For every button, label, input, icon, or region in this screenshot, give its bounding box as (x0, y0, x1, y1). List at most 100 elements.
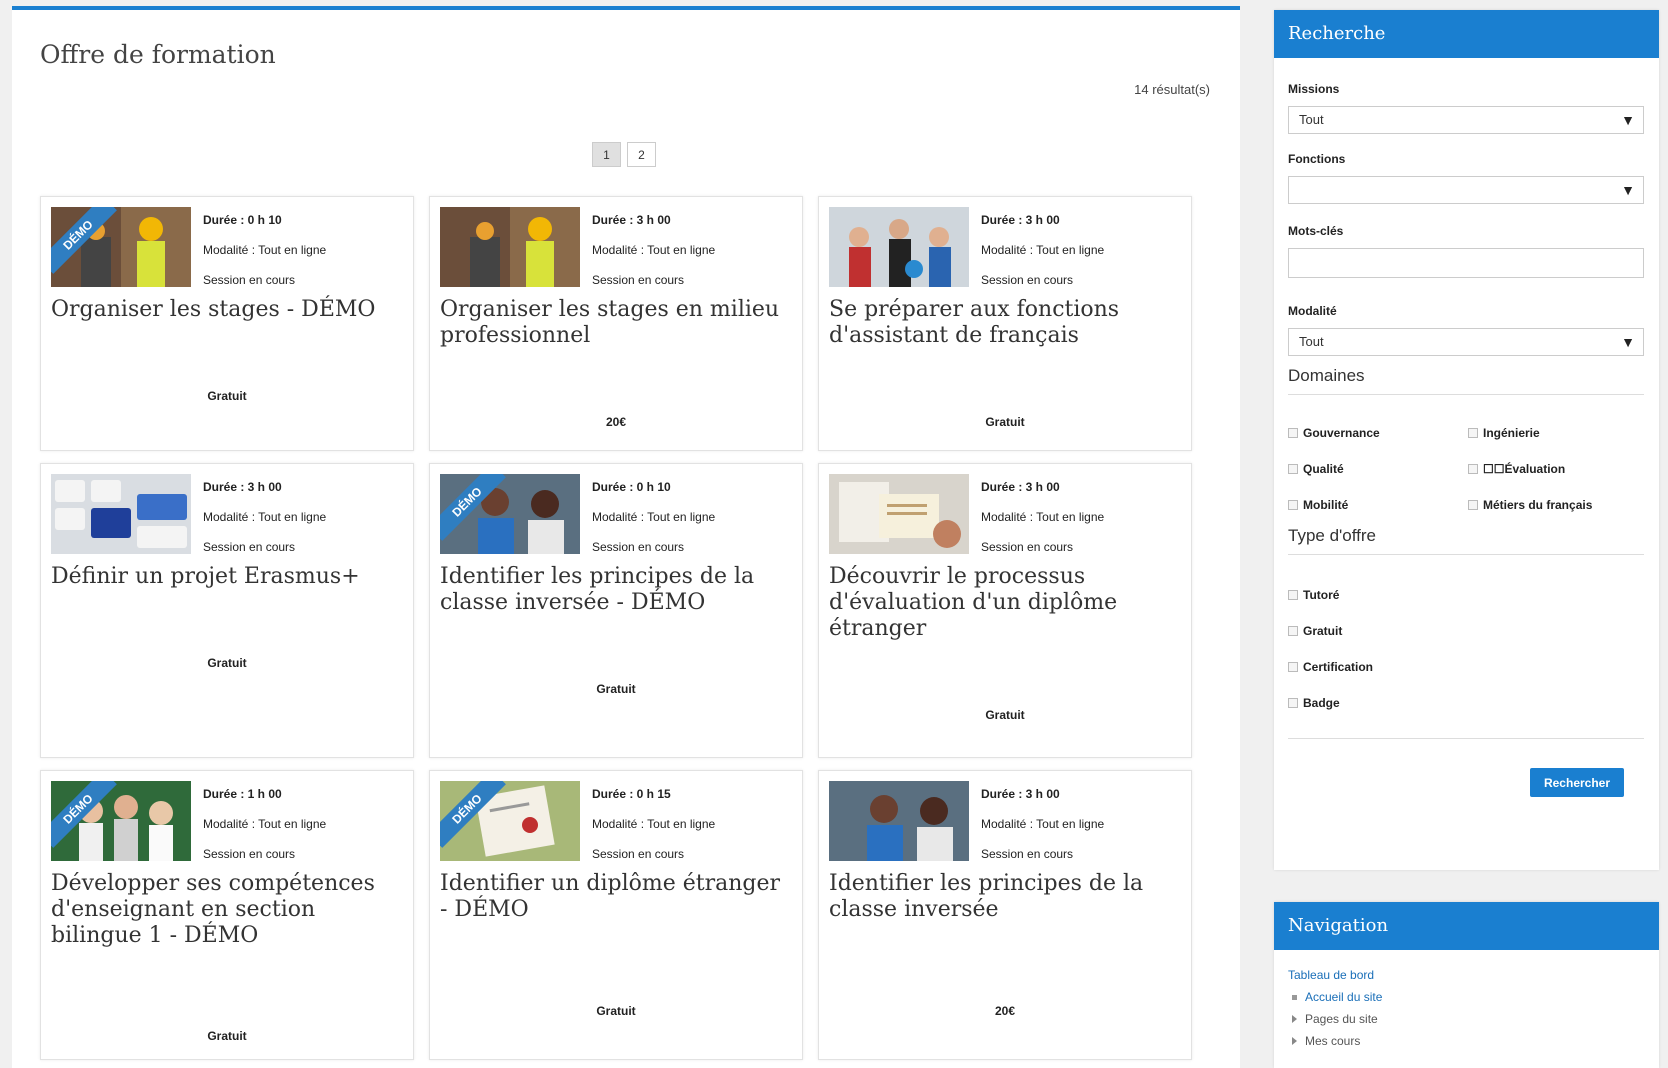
course-title[interactable]: Identifier les principes de la classe in… (829, 871, 1181, 923)
course-price: Gratuit (596, 1004, 636, 1018)
domain-checkbox-metiers[interactable]: Métiers du français (1468, 498, 1592, 512)
course-title[interactable]: Découvrir le processus d'évaluation d'un… (829, 564, 1181, 642)
course-meta: Durée : 3 h 00 Modalité : Tout en ligne … (981, 472, 1104, 562)
diploma-icon[interactable]: DÉMO (440, 781, 580, 861)
missions-value: Tout (1299, 112, 1324, 127)
course-card[interactable]: Durée : 3 h 00 Modalité : Tout en ligne … (818, 770, 1192, 1060)
checkbox-label: Badge (1303, 696, 1340, 710)
checkbox-label: Qualité (1303, 462, 1344, 476)
course-modality: Modalité : Tout en ligne (981, 510, 1105, 524)
results-count: 14 résultat(s) (1134, 82, 1210, 97)
caret-right-icon (1292, 1037, 1297, 1045)
offer-checkbox-certification[interactable]: Certification (1288, 660, 1373, 674)
pagination: 1 2 (592, 142, 656, 167)
course-modality: Modalité : Tout en ligne (592, 510, 716, 524)
course-card[interactable]: Durée : 3 h 00 Modalité : Tout en ligne … (818, 196, 1192, 451)
group-icon[interactable]: DÉMO (51, 781, 191, 861)
course-price: 20€ (605, 415, 627, 429)
course-modality: Modalité : Tout en ligne (203, 510, 327, 524)
fonctions-select[interactable]: ▼ (1288, 176, 1644, 204)
checkbox-icon (1288, 464, 1298, 474)
course-card[interactable]: DÉMO Durée : 0 h 10 Modalité : Tout en l… (40, 196, 414, 451)
missions-select[interactable]: Tout ▼ (1288, 106, 1644, 134)
modality-label: Modalité (1288, 304, 1337, 318)
course-modality: Modalité : Tout en ligne (981, 243, 1105, 257)
checkbox-label: Métiers du français (1483, 498, 1593, 512)
checkbox-icon (1288, 500, 1298, 510)
checkbox-icon (1288, 626, 1298, 636)
fonctions-label: Fonctions (1288, 152, 1346, 166)
workers-icon[interactable] (440, 207, 580, 287)
nav-item-label: Mes cours (1305, 1034, 1361, 1048)
course-title[interactable]: Identifier les principes de la classe in… (440, 564, 792, 616)
course-duration: Durée : 3 h 00 (203, 480, 282, 494)
modality-select[interactable]: Tout ▼ (1288, 328, 1644, 356)
checkbox-icon (1288, 428, 1298, 438)
domain-checkbox-gouvernance[interactable]: Gouvernance (1288, 426, 1380, 440)
domain-checkbox-qualite[interactable]: Qualité (1288, 462, 1344, 476)
course-session: Session en cours (203, 540, 296, 554)
course-title[interactable]: Se préparer aux fonctions d'assistant de… (829, 297, 1181, 349)
course-meta: Durée : 3 h 00 Modalité : Tout en ligne … (203, 472, 326, 562)
course-meta: Durée : 0 h 10 Modalité : Tout en ligne … (592, 472, 715, 562)
course-price: Gratuit (207, 389, 247, 403)
course-title[interactable]: Identifier un diplôme étranger - DÉMO (440, 871, 792, 923)
course-modality: Modalité : Tout en ligne (592, 817, 716, 831)
navigation-panel-title: Navigation (1274, 902, 1659, 950)
course-meta: Durée : 3 h 00 Modalité : Tout en ligne … (981, 205, 1104, 295)
page-button-2[interactable]: 2 (627, 142, 656, 167)
page-title: Offre de formation (40, 40, 276, 69)
offer-checkbox-gratuit[interactable]: Gratuit (1288, 624, 1342, 638)
nav-item-my-courses[interactable]: Mes cours (1292, 1034, 1360, 1048)
course-session: Session en cours (981, 847, 1074, 861)
checkbox-icon (1468, 500, 1478, 510)
course-duration: Durée : 0 h 10 (203, 213, 282, 227)
workers-icon[interactable]: DÉMO (51, 207, 191, 287)
domain-checkbox-mobilite[interactable]: Mobilité (1288, 498, 1348, 512)
domain-checkbox-evaluation[interactable]: ☐☐Évaluation (1468, 462, 1565, 476)
course-title[interactable]: Organiser les stages en milieu professio… (440, 297, 792, 349)
nav-dashboard-link[interactable]: Tableau de bord (1288, 968, 1374, 982)
checkbox-label: Certification (1303, 660, 1374, 674)
course-session: Session en cours (981, 540, 1074, 554)
course-title[interactable]: Organiser les stages - DÉMO (51, 297, 403, 323)
course-price: Gratuit (596, 682, 636, 696)
checkbox-icon (1288, 698, 1298, 708)
course-card[interactable]: Durée : 3 h 00 Modalité : Tout en ligne … (429, 196, 803, 451)
divider (1288, 738, 1644, 739)
search-panel: Recherche Missions Tout ▼ Fonctions ▼ Mo… (1274, 10, 1659, 870)
chevron-down-icon: ▼ (1621, 334, 1635, 350)
nav-item-label: Pages du site (1305, 1012, 1378, 1026)
course-price: 20€ (994, 1004, 1016, 1018)
keyboard-icon[interactable] (51, 474, 191, 554)
checkbox-label: Gratuit (1303, 624, 1343, 638)
checkbox-label: Mobilité (1303, 498, 1349, 512)
classroom-icon[interactable] (829, 207, 969, 287)
domain-checkbox-ingenierie[interactable]: Ingénierie (1468, 426, 1540, 440)
page-button-1[interactable]: 1 (592, 142, 621, 167)
nav-item-home[interactable]: Accueil du site (1292, 990, 1382, 1004)
course-card[interactable]: DÉMO Durée : 0 h 15 Modalité : Tout en l… (429, 770, 803, 1060)
course-meta: Durée : 0 h 10 Modalité : Tout en ligne … (203, 205, 326, 295)
course-title[interactable]: Développer ses compétences d'enseignant … (51, 871, 403, 949)
course-card[interactable]: DÉMO Durée : 0 h 10 Modalité : Tout en l… (429, 463, 803, 758)
search-button[interactable]: Rechercher (1530, 768, 1624, 797)
offer-checkbox-tutore[interactable]: Tutoré (1288, 588, 1339, 602)
course-card[interactable]: DÉMO Durée : 1 h 00 Modalité : Tout en l… (40, 770, 414, 1060)
nav-item-site-pages[interactable]: Pages du site (1292, 1012, 1378, 1026)
students-icon[interactable] (829, 781, 969, 861)
offer-type-heading: Type d'offre (1288, 526, 1644, 555)
course-modality: Modalité : Tout en ligne (203, 817, 327, 831)
course-title[interactable]: Définir un projet Erasmus+ (51, 564, 403, 590)
checkbox-label: Ingénierie (1483, 426, 1540, 440)
offer-checkbox-badge[interactable]: Badge (1288, 696, 1340, 710)
course-session: Session en cours (592, 273, 685, 287)
course-duration: Durée : 3 h 00 (981, 480, 1060, 494)
course-session: Session en cours (203, 273, 296, 287)
course-card[interactable]: Durée : 3 h 00 Modalité : Tout en ligne … (40, 463, 414, 758)
keywords-input[interactable] (1288, 248, 1644, 278)
course-price: Gratuit (985, 415, 1025, 429)
course-card[interactable]: Durée : 3 h 00 Modalité : Tout en ligne … (818, 463, 1192, 758)
documents-icon[interactable] (829, 474, 969, 554)
students-icon[interactable]: DÉMO (440, 474, 580, 554)
